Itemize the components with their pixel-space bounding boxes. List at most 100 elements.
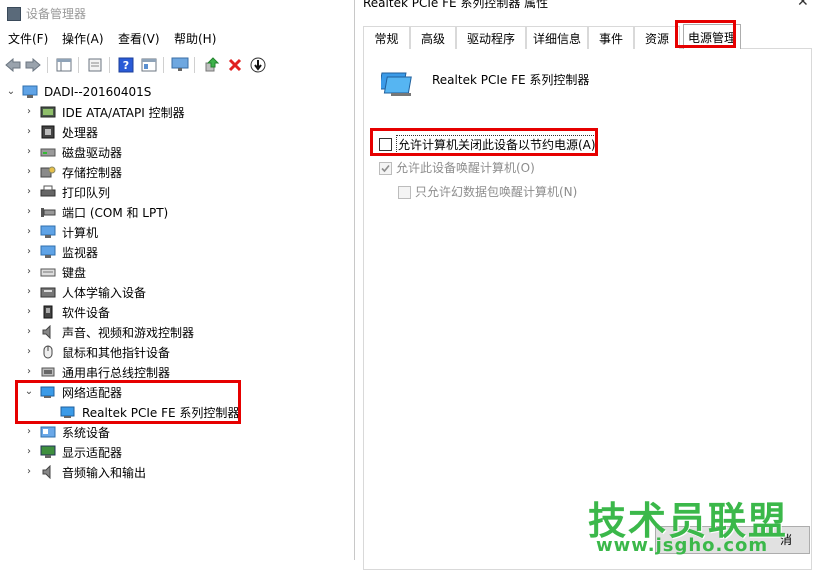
back-arrow-icon[interactable] bbox=[4, 56, 22, 74]
tree-category-item[interactable]: › 打印队列 bbox=[0, 182, 240, 202]
sound-icon bbox=[42, 325, 51, 339]
tab-driver[interactable]: 驱动程序 bbox=[456, 26, 526, 49]
processor-icon bbox=[41, 125, 55, 139]
menu-file[interactable]: 文件(F) bbox=[8, 30, 48, 47]
update-driver-icon[interactable] bbox=[203, 56, 221, 74]
device-manager-app-icon bbox=[7, 7, 21, 21]
console-tree-icon[interactable] bbox=[140, 56, 158, 74]
checkmark-icon bbox=[381, 164, 390, 173]
tree-root-label: DADI--20160401S bbox=[44, 85, 152, 99]
chevron-right-icon[interactable]: › bbox=[24, 467, 34, 477]
chevron-right-icon[interactable]: › bbox=[24, 167, 34, 177]
monitor-icon bbox=[40, 245, 56, 258]
allow-wake-label: 允许此设备唤醒计算机(O) bbox=[396, 161, 535, 175]
tree-category-item[interactable]: › 监视器 bbox=[0, 242, 240, 262]
chevron-right-icon[interactable]: › bbox=[24, 287, 34, 297]
chevron-right-icon[interactable]: › bbox=[24, 247, 34, 257]
chevron-right-icon[interactable]: › bbox=[24, 127, 34, 137]
tree-item-label: 处理器 bbox=[62, 125, 99, 140]
hid-icon bbox=[40, 287, 56, 298]
dialog-title: Realtek PCIe FE 系列控制器 属性 bbox=[363, 0, 549, 10]
tree-item-label: 音频输入和输出 bbox=[62, 465, 147, 480]
tree-category-item[interactable]: › 软件设备 bbox=[0, 302, 240, 322]
chevron-right-icon[interactable]: › bbox=[24, 427, 34, 437]
usb-icon bbox=[41, 367, 55, 377]
tree-item-label: 软件设备 bbox=[62, 305, 111, 320]
tree-category-item[interactable]: › 键盘 bbox=[0, 262, 240, 282]
tree-category-item[interactable]: › IDE ATA/ATAPI 控制器 bbox=[0, 102, 240, 122]
keyboard-icon bbox=[40, 268, 56, 277]
tree-category-item[interactable]: › 存储控制器 bbox=[0, 162, 240, 182]
tree-category-item[interactable]: › 计算机 bbox=[0, 222, 240, 242]
audio-io-icon bbox=[42, 465, 51, 479]
tree-item-label: 存储控制器 bbox=[62, 165, 123, 180]
tab-events[interactable]: 事件 bbox=[588, 26, 634, 49]
port-icon bbox=[41, 208, 56, 217]
tree-category-item[interactable]: › 显示适配器 bbox=[0, 442, 240, 462]
allow-wake-checkbox[interactable] bbox=[379, 162, 392, 175]
software-device-icon bbox=[43, 305, 53, 319]
tab-advanced[interactable]: 高级 bbox=[410, 26, 456, 49]
tree-item-label: 鼠标和其他指针设备 bbox=[62, 345, 171, 360]
tree-item-label: 监视器 bbox=[62, 245, 99, 260]
tree-category-item[interactable]: › 处理器 bbox=[0, 122, 240, 142]
chevron-right-icon[interactable]: › bbox=[24, 227, 34, 237]
device-name: Realtek PCIe FE 系列控制器 bbox=[432, 73, 590, 87]
tree-item-label: 计算机 bbox=[62, 225, 99, 240]
tree-category-item[interactable]: › 人体学输入设备 bbox=[0, 282, 240, 302]
tree-category-item[interactable]: › 音频输入和输出 bbox=[0, 462, 240, 482]
device-manager-window: 设备管理器 文件(F) 操作(A) 查看(V) 帮助(H) ? ⌄ DADI--… bbox=[0, 0, 355, 560]
ide-controller-icon bbox=[40, 106, 56, 118]
chevron-right-icon[interactable]: › bbox=[24, 327, 34, 337]
highlight-power-option bbox=[370, 128, 598, 156]
tree-item-label: 磁盘驱动器 bbox=[62, 145, 123, 160]
tree-category-item[interactable]: › 鼠标和其他指针设备 bbox=[0, 342, 240, 362]
tree-category-item[interactable]: › 磁盘驱动器 bbox=[0, 142, 240, 162]
tree-category-item[interactable]: › 通用串行总线控制器 bbox=[0, 362, 240, 382]
menu-action[interactable]: 操作(A) bbox=[62, 30, 104, 47]
tab-details[interactable]: 详细信息 bbox=[526, 26, 588, 49]
chevron-right-icon[interactable]: › bbox=[24, 367, 34, 377]
storage-controller-icon bbox=[40, 166, 56, 178]
tab-general[interactable]: 常规 bbox=[363, 26, 410, 49]
tree-item-label: 通用串行总线控制器 bbox=[62, 365, 171, 380]
display-adapter-icon bbox=[40, 445, 56, 458]
tree-item-label: 端口 (COM 和 LPT) bbox=[62, 205, 169, 220]
chevron-right-icon[interactable]: › bbox=[24, 347, 34, 357]
menu-view[interactable]: 查看(V) bbox=[118, 30, 160, 47]
magic-packet-label: 只允许幻数据包唤醒计算机(N) bbox=[415, 185, 578, 199]
tab-resources[interactable]: 资源 bbox=[634, 26, 680, 49]
forward-arrow-icon[interactable] bbox=[24, 56, 42, 74]
disk-drive-icon bbox=[40, 148, 56, 157]
chevron-right-icon[interactable]: › bbox=[24, 207, 34, 217]
help-icon[interactable]: ? bbox=[117, 56, 135, 74]
chevron-right-icon[interactable]: › bbox=[24, 447, 34, 457]
toolbar: ? bbox=[0, 54, 355, 76]
svg-text:?: ? bbox=[123, 59, 129, 72]
tree-category-item[interactable]: › 端口 (COM 和 LPT) bbox=[0, 202, 240, 222]
tree-category-item[interactable]: › 系统设备 bbox=[0, 422, 240, 442]
scan-hardware-icon[interactable] bbox=[249, 56, 267, 74]
printer-icon bbox=[40, 185, 56, 197]
chevron-down-icon[interactable]: ⌄ bbox=[6, 87, 16, 97]
close-icon[interactable]: ✕ bbox=[797, 0, 809, 10]
chevron-right-icon[interactable]: › bbox=[24, 267, 34, 277]
chevron-right-icon[interactable]: › bbox=[24, 307, 34, 317]
chevron-right-icon[interactable]: › bbox=[24, 147, 34, 157]
chevron-right-icon[interactable]: › bbox=[24, 107, 34, 117]
computer-icon bbox=[22, 85, 38, 98]
system-device-icon bbox=[40, 426, 56, 438]
tree-root[interactable]: ⌄ DADI--20160401S bbox=[0, 82, 200, 102]
tree-item-label: 系统设备 bbox=[62, 425, 111, 440]
chevron-right-icon[interactable]: › bbox=[24, 187, 34, 197]
monitor-icon[interactable] bbox=[171, 56, 189, 74]
magic-packet-checkbox[interactable] bbox=[398, 186, 411, 199]
show-hidden-icon[interactable] bbox=[86, 56, 104, 74]
tree-category-item[interactable]: › 声音、视频和游戏控制器 bbox=[0, 322, 240, 342]
properties-dialog: Realtek PCIe FE 系列控制器 属性 ✕ Realtek PCIe … bbox=[354, 0, 817, 570]
tree-item-label: 声音、视频和游戏控制器 bbox=[62, 325, 195, 340]
uninstall-x-icon[interactable] bbox=[226, 56, 244, 74]
properties-grid-icon[interactable] bbox=[55, 56, 73, 74]
watermark-url: www.jsgho.com bbox=[596, 535, 769, 556]
menu-help[interactable]: 帮助(H) bbox=[174, 30, 216, 47]
